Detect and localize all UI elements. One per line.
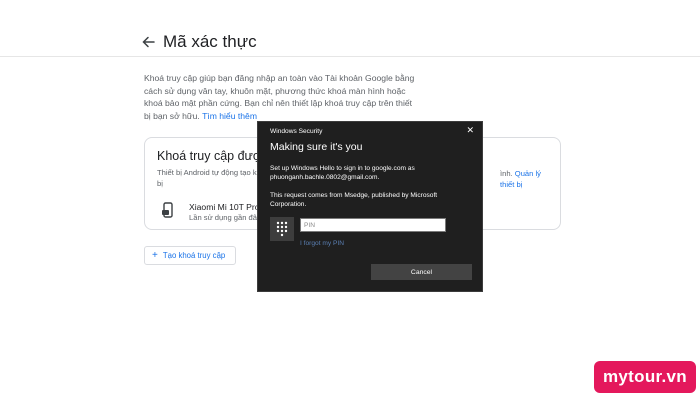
device-name: Xiaomi Mi 10T Pro (189, 202, 260, 212)
card-title: Khoá truy cập được (157, 149, 268, 163)
learn-more-link[interactable]: Tìm hiểu thêm (202, 111, 257, 121)
dialog-request-text: This request comes from Msedge, publishe… (270, 192, 438, 209)
plus-icon: + (152, 250, 158, 261)
forgot-pin-link[interactable]: I forgot my PIN (300, 240, 344, 247)
manage-devices-link[interactable]: ình. Quản lý thiết bị (500, 168, 552, 190)
mytour-logo: mytour.vn (594, 361, 696, 393)
dialog-setup-text: Set up Windows Hello to sign in to googl… (270, 165, 415, 182)
dialog-header: Windows Security (270, 128, 323, 135)
keypad-icon (270, 217, 294, 241)
header-divider (0, 56, 700, 57)
card-subtitle: Thiết bị Android tự động tạo kh (157, 168, 261, 177)
card-subtitle-end: ình. (500, 169, 513, 178)
dialog-title: Making sure it's you (270, 141, 363, 153)
close-icon[interactable]: ✕ (466, 125, 474, 136)
card-subtitle-line2: bị (157, 179, 163, 188)
page-description: Khoá truy cập giúp bạn đăng nhập an toàn… (144, 72, 419, 122)
pin-input[interactable] (300, 218, 446, 232)
phone-icon (162, 202, 173, 218)
create-passkey-button[interactable]: + Tạo khoá truy cập (144, 246, 236, 265)
back-arrow-icon[interactable] (142, 34, 156, 50)
description-text: Khoá truy cập giúp bạn đăng nhập an toàn… (144, 73, 415, 121)
device-last-used: Lần sử dụng gần đây (189, 213, 261, 222)
page-title: Mã xác thực (163, 32, 257, 51)
cancel-button[interactable]: Cancel (371, 264, 472, 280)
windows-security-dialog: Windows Security ✕ Making sure it's you … (257, 121, 483, 292)
create-passkey-label: Tạo khoá truy cập (162, 251, 226, 260)
